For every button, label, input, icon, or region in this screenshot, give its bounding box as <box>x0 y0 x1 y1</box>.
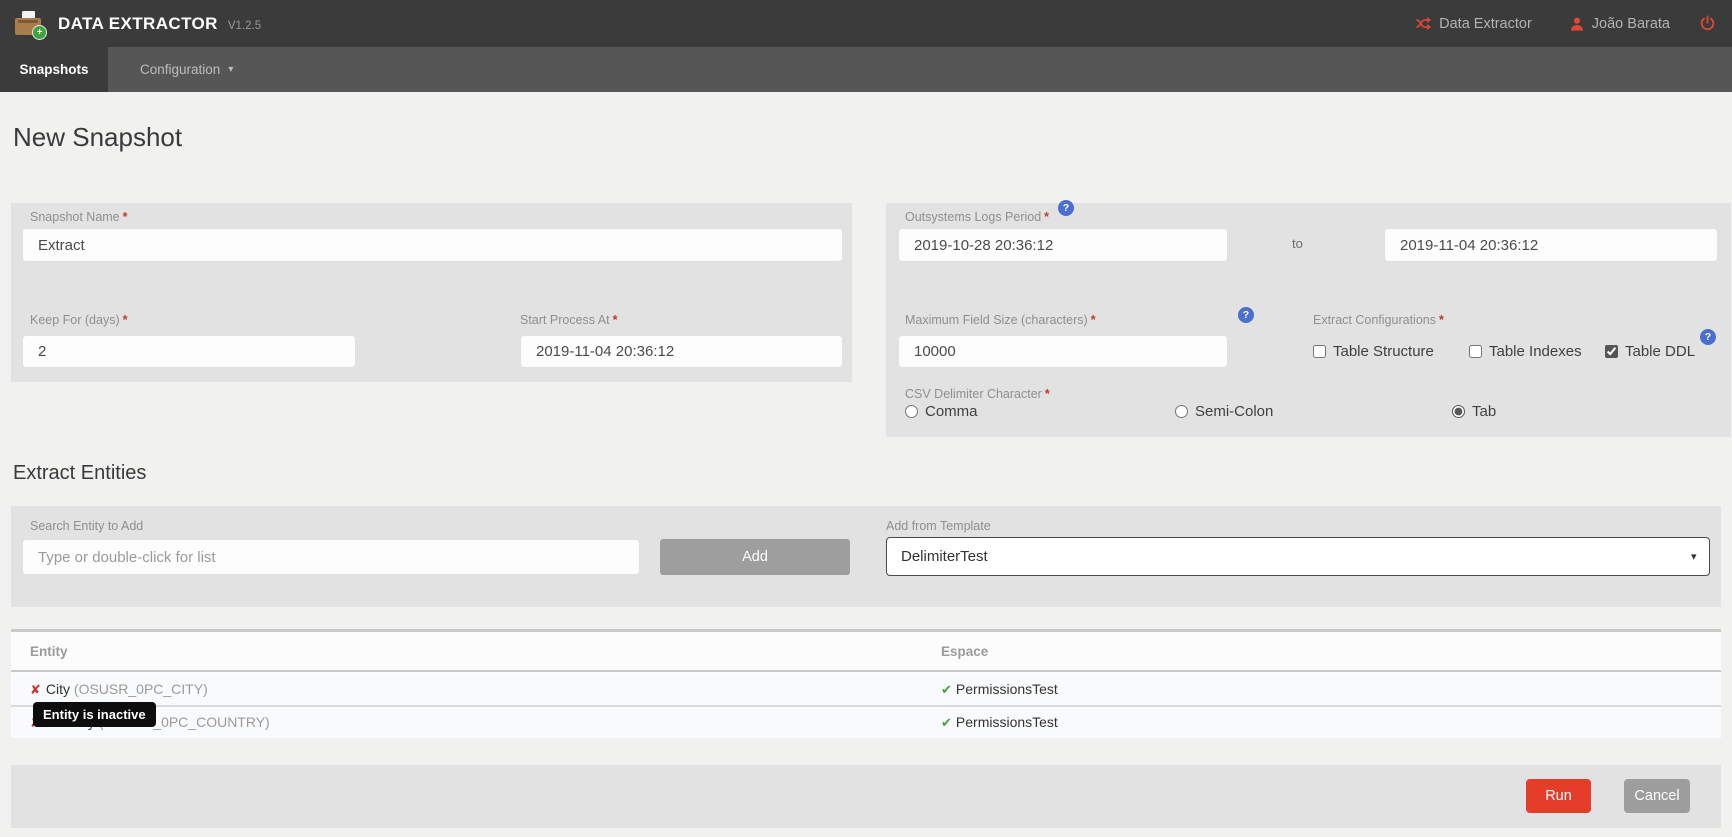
entity-cell: ✘ City (OSUSR_0PC_CITY) <box>30 681 208 698</box>
logs-period-label: Outsystems Logs Period * <box>905 210 1050 224</box>
table-structure-checkbox[interactable] <box>1313 345 1326 358</box>
inactive-icon[interactable]: ✘ <box>30 682 41 697</box>
keep-for-input[interactable] <box>22 335 356 368</box>
app-window: + DATA EXTRACTOR V1.2.5 Data Extractor J… <box>0 0 1732 837</box>
entity-code: (OSUSR_0PC_CITY) <box>73 681 208 697</box>
nav-bar: Snapshots Configuration ▾ <box>0 47 1732 92</box>
cancel-button[interactable]: Cancel <box>1624 779 1690 813</box>
radio-comma[interactable]: Comma <box>905 403 978 420</box>
user-icon <box>1570 17 1583 31</box>
required-marker: * <box>122 210 128 224</box>
entities-section-title: Extract Entities <box>13 462 147 484</box>
table-indexes-checkbox[interactable] <box>1469 345 1482 358</box>
top-bar-right: Data Extractor João Barata <box>1415 15 1716 32</box>
table-ddl-checkbox[interactable] <box>1605 345 1618 358</box>
entities-table: Entity Espace ✘ City (OSUSR_0PC_CITY) ✔ Pe… <box>11 629 1721 738</box>
table-row[interactable]: ✘Country (OSUSR_0PC_COUNTRY) ✔Permission… <box>11 707 1721 738</box>
add-button[interactable]: Add <box>660 539 850 575</box>
user-name: João Barata <box>1591 15 1670 32</box>
column-header-entity: Entity <box>30 644 68 659</box>
page-title: New Snapshot <box>13 122 183 152</box>
template-select[interactable]: DelimiterTest <box>886 537 1710 576</box>
extract-configurations-label: Extract Configurations * <box>1313 313 1444 327</box>
max-field-size-input[interactable] <box>898 335 1228 368</box>
checkbox-table-ddl[interactable]: Table DDL <box>1605 343 1695 360</box>
search-entity-label: Search Entity to Add <box>30 519 144 533</box>
power-icon <box>1700 15 1715 31</box>
start-process-input[interactable] <box>520 335 843 368</box>
espace-name: PermissionsTest <box>955 681 1058 697</box>
comma-radio[interactable] <box>905 405 918 418</box>
max-field-size-label: Maximum Field Size (characters) * <box>905 313 1096 327</box>
logout-button[interactable] <box>1699 15 1716 32</box>
checkbox-table-indexes[interactable]: Table Indexes <box>1469 343 1582 360</box>
radio-semi-colon[interactable]: Semi-Colon <box>1175 403 1273 420</box>
table-row[interactable]: ✘ City (OSUSR_0PC_CITY) ✔ PermissionsTest <box>11 674 1721 707</box>
top-bar: + DATA EXTRACTOR V1.2.5 Data Extractor J… <box>0 0 1732 47</box>
required-marker: * <box>612 313 618 327</box>
active-icon: ✔ <box>941 682 952 697</box>
required-marker: * <box>122 313 128 327</box>
entities-toolbar-panel: Search Entity to Add Add Add from Templa… <box>11 506 1721 607</box>
app-logo-icon: + <box>15 10 47 40</box>
snapshot-form-panel: Snapshot Name* Keep For (days)* Start Pr… <box>11 203 852 382</box>
checkbox-table-structure[interactable]: Table Structure <box>1313 343 1434 360</box>
tab-configuration-label: Configuration <box>140 62 221 77</box>
template-label: Add from Template <box>886 519 991 533</box>
entity-name: City <box>45 681 71 697</box>
help-icon[interactable]: ? <box>1700 329 1716 345</box>
csv-delimiter-label: CSV Delimiter Character * <box>905 387 1050 401</box>
run-button[interactable]: Run <box>1526 779 1591 813</box>
help-icon[interactable]: ? <box>1238 307 1254 323</box>
action-bar: Run Cancel <box>11 765 1721 828</box>
required-marker: * <box>1438 313 1444 327</box>
chevron-down-icon: ▾ <box>228 64 234 75</box>
required-marker: * <box>1044 387 1050 401</box>
environment-link-label: Data Extractor <box>1439 15 1532 32</box>
tab-snapshots[interactable]: Snapshots <box>0 47 108 92</box>
snapshot-name-input[interactable] <box>22 228 843 262</box>
table-header: Entity Espace <box>11 632 1721 672</box>
app-title: DATA EXTRACTOR <box>58 13 218 33</box>
entity-inactive-tooltip: Entity is inactive <box>33 702 156 727</box>
espace-name: PermissionsTest <box>955 714 1058 730</box>
espace-cell: ✔ PermissionsTest <box>941 681 1058 698</box>
keep-for-label: Keep For (days) * <box>30 313 128 327</box>
required-marker: * <box>1044 210 1050 224</box>
logs-form-panel: Outsystems Logs Period* ? to Maximum Fie… <box>886 200 1731 437</box>
column-header-espace: Espace <box>941 644 989 659</box>
logs-period-from-input[interactable] <box>898 228 1228 262</box>
search-entity-input[interactable] <box>22 539 640 575</box>
tab-radio[interactable] <box>1452 405 1465 418</box>
user-menu[interactable]: João Barata <box>1569 16 1670 32</box>
tab-snapshots-label: Snapshots <box>19 62 89 77</box>
active-icon: ✔ <box>941 715 952 730</box>
required-marker: * <box>1090 313 1096 327</box>
app-version: V1.2.5 <box>227 19 262 32</box>
tab-configuration[interactable]: Configuration ▾ <box>126 47 247 92</box>
logs-period-separator: to <box>1292 236 1303 251</box>
espace-cell: ✔ PermissionsTest <box>941 714 1058 731</box>
semi-colon-radio[interactable] <box>1175 405 1188 418</box>
start-process-label: Start Process At * <box>520 313 618 327</box>
plus-badge-icon: + <box>32 24 47 40</box>
help-icon[interactable]: ? <box>1058 200 1074 216</box>
logs-period-to-input[interactable] <box>1384 228 1718 262</box>
snapshot-name-label: Snapshot Name * <box>30 210 128 224</box>
radio-tab[interactable]: Tab <box>1452 403 1496 420</box>
shuffle-icon <box>1416 17 1432 30</box>
environment-link[interactable]: Data Extractor <box>1415 15 1532 32</box>
